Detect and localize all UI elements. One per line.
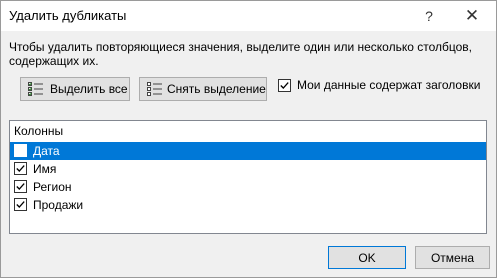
cancel-button[interactable]: Отмена (415, 246, 490, 269)
dialog-description: Чтобы удалить повторяющиеся значения, вы… (9, 40, 479, 68)
select-all-icon (28, 82, 44, 99)
headers-checkbox[interactable] (278, 79, 291, 92)
select-all-label: Выделить все (50, 82, 128, 96)
check-icon (16, 201, 25, 208)
column-checkbox-date[interactable] (14, 144, 27, 157)
column-item-name[interactable]: Имя (10, 160, 486, 178)
column-label-name: Имя (33, 162, 57, 176)
column-checkbox-sales[interactable] (14, 198, 27, 211)
close-button[interactable]: ✕ (452, 1, 492, 31)
ok-button[interactable]: OK (328, 246, 406, 269)
headers-checkbox-row[interactable]: Мои данные содержат заголовки (278, 77, 483, 95)
check-icon (16, 165, 25, 172)
column-item-sales[interactable]: Продажи (10, 196, 486, 214)
columns-list-header: Колонны (14, 124, 64, 138)
check-icon (280, 82, 289, 89)
column-label-region: Регион (33, 180, 72, 194)
column-label-sales: Продажи (33, 198, 84, 212)
remove-duplicates-dialog: Удалить дубликаты ? ✕ Чтобы удалить повт… (0, 0, 497, 278)
description-line-1: Чтобы удалить повторяющиеся значения, вы… (9, 40, 473, 54)
cancel-button-label: Отмена (430, 251, 475, 265)
deselect-all-icon (147, 82, 163, 99)
help-button[interactable]: ? (409, 1, 449, 31)
headers-checkbox-label: Мои данные содержат заголовки (297, 78, 481, 92)
deselect-all-label: Снять выделение (167, 82, 266, 96)
ok-button-label: OK (358, 251, 376, 265)
title-bar: Удалить дубликаты ? ✕ (1, 1, 496, 31)
deselect-all-button[interactable]: Снять выделение (139, 77, 267, 101)
column-item-date[interactable]: Дата (10, 142, 486, 160)
description-line-2: содержащих их. (9, 54, 99, 68)
dialog-title: Удалить дубликаты (9, 8, 127, 23)
column-checkbox-region[interactable] (14, 180, 27, 193)
check-icon (16, 183, 25, 190)
column-label-date: Дата (33, 144, 60, 158)
column-checkbox-name[interactable] (14, 162, 27, 175)
column-item-region[interactable]: Регион (10, 178, 486, 196)
columns-list[interactable]: Колонны Дата Имя Регион Продажи (9, 120, 487, 234)
select-all-button[interactable]: Выделить все (20, 77, 130, 101)
